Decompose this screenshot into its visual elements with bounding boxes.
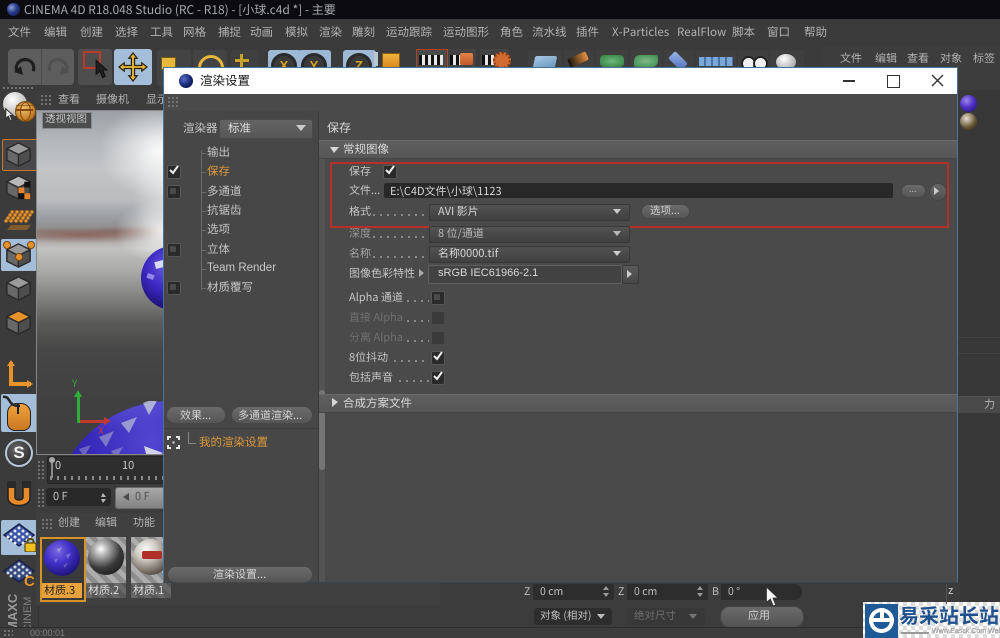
svg-text:CINEM: CINEM [22, 597, 34, 631]
svg-text:C: C [24, 573, 35, 588]
svg-text:MAXC: MAXC [5, 593, 20, 631]
